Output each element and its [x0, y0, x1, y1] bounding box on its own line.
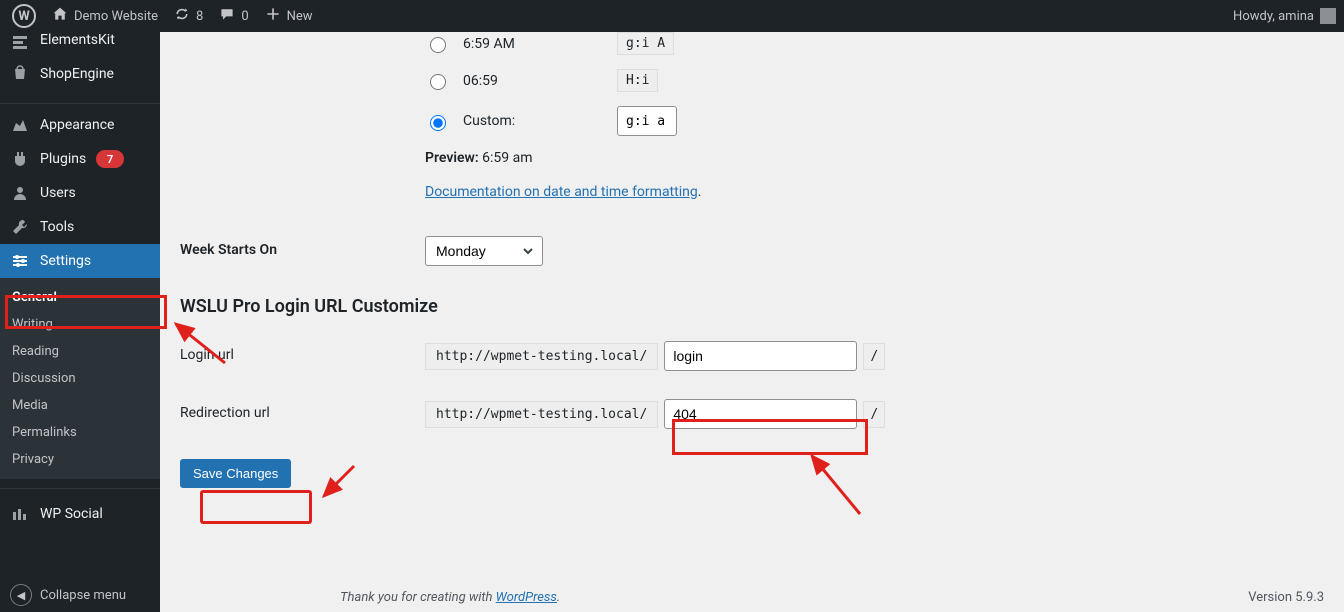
sidebar-item-elementskit[interactable]: ElementsKit — [0, 32, 160, 54]
sidebar-item-tools[interactable]: Tools — [0, 210, 160, 244]
updates-count: 8 — [196, 9, 203, 24]
comments-count: 0 — [241, 9, 248, 24]
login-url-input[interactable] — [664, 341, 857, 371]
time-format-radio-hi[interactable] — [430, 74, 446, 90]
redirect-url-prefix: http://wpmet-testing.local/ — [425, 401, 658, 428]
time-format-label — [180, 32, 425, 220]
time-format-radio-custom[interactable] — [430, 115, 446, 131]
submenu-permalinks[interactable]: Permalinks — [0, 419, 160, 446]
submenu-discussion[interactable]: Discussion — [0, 365, 160, 392]
sidebar-item-plugins[interactable]: Plugins 7 — [0, 142, 160, 176]
new-content-menu[interactable]: New — [257, 0, 321, 32]
submenu-writing[interactable]: Writing — [0, 311, 160, 338]
wp-logo-menu[interactable]: W — [0, 0, 44, 32]
submenu-general[interactable]: General — [0, 284, 160, 311]
sidebar-label: Tools — [40, 219, 74, 235]
time-format-option-label: Custom: — [463, 113, 603, 129]
sidebar-label: Settings — [40, 253, 91, 269]
redirect-url-label: Redirection url — [180, 399, 425, 429]
tools-icon — [10, 217, 30, 237]
site-name-label: Demo Website — [74, 9, 158, 24]
sidebar-label: WP Social — [40, 506, 103, 522]
avatar-icon — [1320, 8, 1336, 24]
updates-menu[interactable]: 8 — [166, 0, 211, 32]
sidebar-item-shopengine[interactable]: ShopEngine — [0, 54, 160, 94]
sidebar-label: ShopEngine — [40, 66, 114, 82]
sidebar-item-settings[interactable]: Settings — [0, 244, 160, 278]
time-format-custom-input[interactable] — [617, 106, 677, 136]
time-format-radio-gia[interactable] — [430, 37, 446, 53]
users-icon — [10, 183, 30, 203]
login-url-prefix: http://wpmet-testing.local/ — [425, 343, 658, 370]
plus-icon — [265, 6, 281, 26]
admin-bar: W Demo Website 8 0 New — [0, 0, 1344, 32]
main-content: 6:59 AM g:i A 06:59 H:i Custom: Pre — [160, 32, 1344, 612]
submenu-media[interactable]: Media — [0, 392, 160, 419]
admin-footer: Thank you for creating with WordPress. V… — [340, 582, 1324, 612]
update-icon — [174, 6, 190, 26]
time-format-option-code: g:i A — [617, 32, 674, 55]
collapse-icon: ◀ — [10, 584, 32, 606]
time-format-option-label: 6:59 AM — [463, 36, 603, 52]
account-menu[interactable]: Howdy, amina — [1229, 0, 1344, 32]
howdy-label: Howdy, amina — [1233, 9, 1314, 24]
settings-icon — [10, 251, 30, 271]
sidebar-item-appearance[interactable]: Appearance — [0, 108, 160, 142]
sidebar-label: Plugins — [40, 151, 86, 167]
date-time-doc-link[interactable]: Documentation on date and time formattin… — [425, 184, 698, 200]
home-icon — [52, 6, 68, 26]
sidebar-item-users[interactable]: Users — [0, 176, 160, 210]
login-url-suffix: / — [863, 343, 885, 370]
wordpress-link[interactable]: WordPress — [496, 590, 557, 605]
submenu-reading[interactable]: Reading — [0, 338, 160, 365]
sidebar-label: ElementsKit — [40, 32, 115, 48]
footer-thankyou: Thank you for creating with WordPress. — [340, 590, 560, 605]
time-format-preview: Preview: 6:59 am — [425, 150, 1324, 166]
site-name-menu[interactable]: Demo Website — [44, 0, 166, 32]
wordpress-logo-icon: W — [12, 4, 36, 28]
week-starts-on-label: Week Starts On — [180, 236, 425, 266]
comments-menu[interactable]: 0 — [211, 0, 256, 32]
plugins-icon — [10, 149, 30, 169]
comment-icon — [219, 6, 235, 26]
wpsocial-icon — [10, 504, 30, 524]
new-content-label: New — [287, 9, 313, 24]
sidebar-item-wpsocial[interactable]: WP Social — [0, 493, 160, 535]
shopengine-icon — [10, 64, 30, 84]
settings-submenu: General Writing Reading Discussion Media… — [0, 278, 160, 479]
collapse-menu-button[interactable]: ◀ Collapse menu — [0, 578, 180, 612]
time-format-option-code: H:i — [617, 69, 658, 92]
time-format-option-label: 06:59 — [463, 73, 603, 89]
redirect-url-suffix: / — [863, 401, 885, 428]
appearance-icon — [10, 115, 30, 135]
week-starts-on-select[interactable]: Monday — [425, 236, 543, 266]
sidebar-label: Appearance — [40, 117, 114, 133]
save-changes-button[interactable]: Save Changes — [180, 459, 291, 488]
elementskit-icon — [10, 32, 30, 52]
plugins-update-badge: 7 — [96, 150, 124, 168]
redirect-url-input[interactable] — [664, 399, 857, 429]
collapse-label: Collapse menu — [40, 588, 126, 603]
login-url-label: Login url — [180, 341, 425, 371]
sidebar-label: Users — [40, 185, 76, 201]
wslu-section-heading: WSLU Pro Login URL Customize — [180, 296, 1324, 317]
submenu-privacy[interactable]: Privacy — [0, 446, 160, 473]
admin-sidebar: ElementsKit ShopEngine Appearance Plugin… — [0, 32, 160, 612]
footer-version: Version 5.9.3 — [1248, 590, 1324, 605]
